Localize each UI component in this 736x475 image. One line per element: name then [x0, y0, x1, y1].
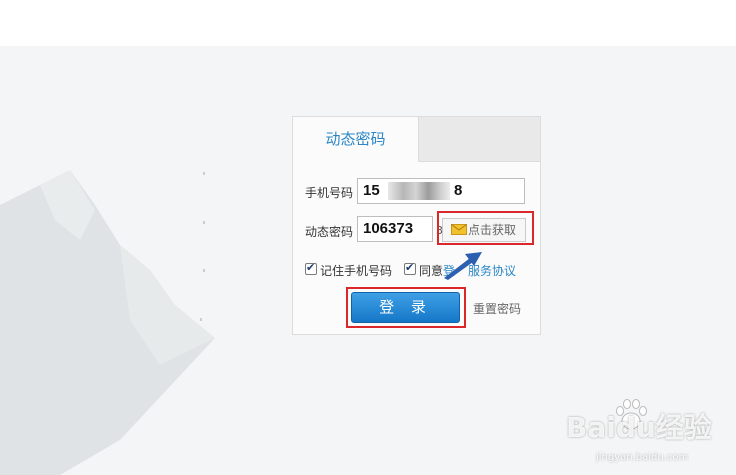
- phone-label: 手机号码: [305, 186, 354, 200]
- reset-password-link[interactable]: 重置密码: [473, 300, 521, 317]
- background-mountain: [0, 170, 215, 475]
- code-label: 动态密码: [305, 225, 354, 239]
- baidu-watermark: Baidu经验 jingyan.baidu.com: [556, 396, 736, 475]
- watermark-brand: Baidu经验: [566, 411, 712, 444]
- code-input[interactable]: 106373: [357, 216, 433, 242]
- decor-dot: [203, 172, 205, 175]
- highlight-login: [346, 287, 466, 328]
- decor-dot: [203, 221, 205, 224]
- remember-phone-checkbox[interactable]: ✔: [305, 261, 317, 275]
- decor-dot: [203, 269, 205, 272]
- check-icon: ✔: [405, 261, 415, 274]
- phone-value-suffix: 8: [454, 182, 463, 199]
- decor-dot: [200, 318, 202, 321]
- phone-value-prefix: 15: [363, 182, 380, 199]
- remember-phone-label: 记住手机号码: [320, 264, 393, 278]
- check-icon: ✔: [306, 261, 316, 274]
- annotation-arrow-icon: [444, 252, 482, 280]
- watermark-url: jingyan.baidu.com: [596, 452, 689, 463]
- tab-dynamic-password[interactable]: 动态密码: [293, 117, 419, 162]
- phone-input[interactable]: 15 8: [357, 178, 525, 204]
- blurred-phone-digits: [388, 182, 450, 200]
- agree-checkbox[interactable]: ✔: [404, 261, 416, 275]
- top-white-bar: [0, 0, 736, 46]
- highlight-get-code: [437, 211, 534, 245]
